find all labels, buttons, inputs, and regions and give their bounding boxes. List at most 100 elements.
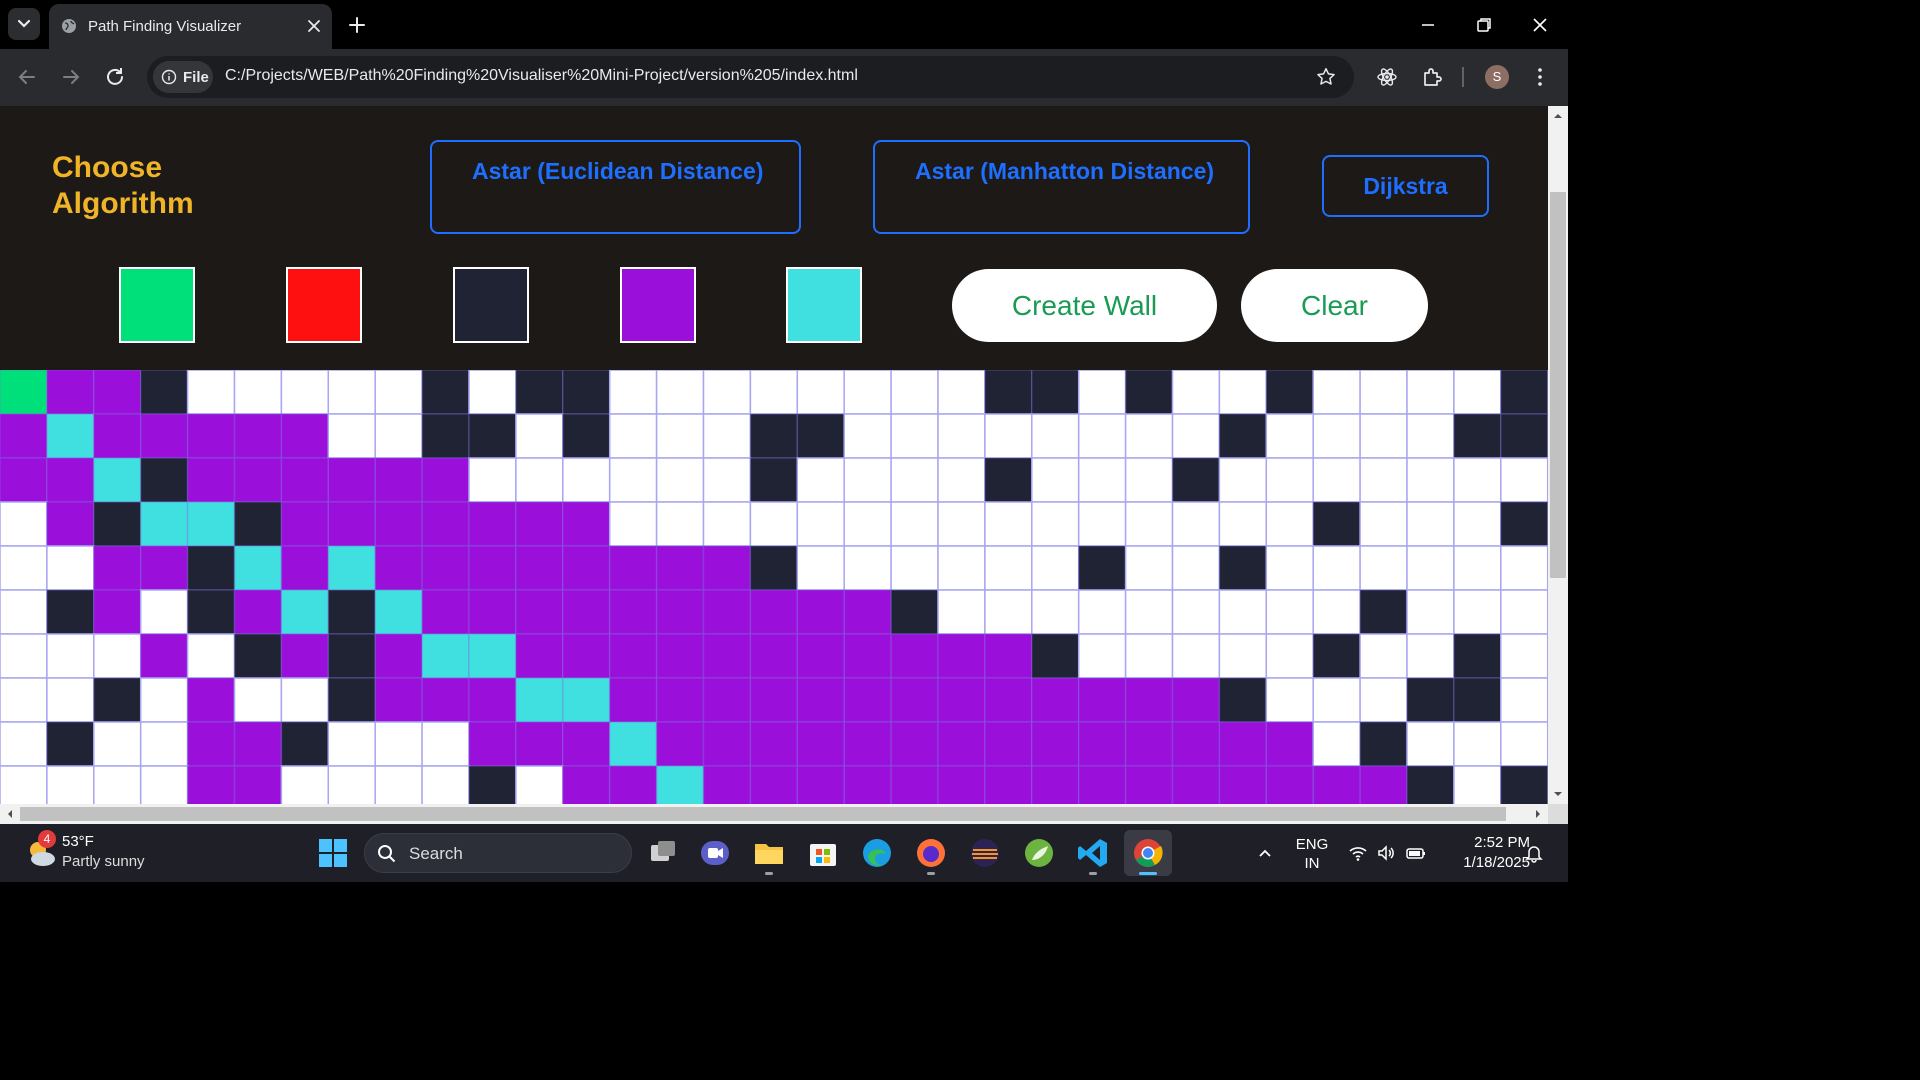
grid-cell[interactable] [796, 413, 845, 459]
grid-cell[interactable] [1406, 765, 1455, 804]
grid-cell[interactable] [937, 413, 986, 459]
grid-cell[interactable] [280, 501, 330, 547]
grid-cell[interactable] [327, 457, 376, 503]
grid-cell[interactable] [1312, 501, 1361, 547]
grid-cell[interactable] [1031, 413, 1080, 459]
grid-cell[interactable] [46, 501, 95, 547]
grid-cell[interactable] [1031, 545, 1080, 591]
grid-cell[interactable] [468, 721, 517, 767]
grid-cell[interactable] [1218, 457, 1268, 503]
weather-description[interactable]: Partly sunny [62, 853, 145, 870]
kebab-menu-icon[interactable] [1528, 65, 1552, 89]
grid-cell[interactable] [749, 765, 799, 804]
grid-cell[interactable] [890, 501, 939, 547]
grid-cell[interactable] [562, 677, 611, 723]
horizontal-scroll-thumb[interactable] [20, 807, 1506, 821]
restore-icon[interactable] [1474, 15, 1494, 35]
grid-cell[interactable] [1312, 457, 1361, 503]
grid-cell[interactable] [1265, 413, 1314, 459]
grid-cell[interactable] [515, 545, 564, 591]
grid-cell[interactable] [515, 677, 564, 723]
grid-cell[interactable] [421, 677, 470, 723]
grid-cell[interactable] [327, 677, 376, 723]
new-tab-plus-icon[interactable] [347, 15, 367, 35]
grid-cell[interactable] [655, 457, 705, 503]
eclipse-ide-icon[interactable] [968, 836, 1002, 870]
grid-cell[interactable] [468, 545, 517, 591]
grid-cell[interactable] [186, 589, 236, 635]
grid-cell[interactable] [937, 633, 986, 679]
grid-cell[interactable] [1265, 501, 1314, 547]
grid-cell[interactable] [421, 545, 470, 591]
grid-cell[interactable] [1218, 677, 1268, 723]
grid-cell[interactable] [562, 721, 611, 767]
grid-cell[interactable] [139, 370, 189, 415]
vertical-scroll-thumb[interactable] [1550, 192, 1566, 578]
grid-cell[interactable] [562, 765, 611, 804]
grid-cell[interactable] [1031, 589, 1080, 635]
grid-cell[interactable] [1453, 457, 1502, 503]
grid-cell[interactable] [1171, 765, 1221, 804]
grid-cell[interactable] [1218, 765, 1268, 804]
grid-cell[interactable] [93, 765, 142, 804]
grid-cell[interactable] [796, 545, 845, 591]
scroll-up-arrow-icon[interactable] [1548, 106, 1568, 126]
grid-cell[interactable] [374, 457, 423, 503]
grid-cell[interactable] [749, 545, 799, 591]
grid-cell[interactable] [46, 370, 95, 415]
grid-cell[interactable] [1077, 677, 1127, 723]
grid-cell[interactable] [186, 545, 236, 591]
grid-cell[interactable] [421, 633, 470, 679]
address-bar[interactable]: File C:/Projects/WEB/Path%20Finding%20Vi… [147, 56, 1354, 98]
grid-cell[interactable] [374, 413, 423, 459]
grid-cell[interactable] [702, 545, 752, 591]
grid-cell[interactable] [1171, 501, 1221, 547]
visited-swatch[interactable] [620, 267, 696, 343]
grid-cell[interactable] [1077, 633, 1127, 679]
grid-cell[interactable] [655, 677, 705, 723]
forward-arrow-icon[interactable] [59, 65, 83, 89]
grid-cell[interactable] [1031, 677, 1080, 723]
grid-cell[interactable] [515, 721, 564, 767]
grid-cell[interactable] [1218, 633, 1268, 679]
grid-cell[interactable] [186, 765, 236, 804]
astar-manhattan-button[interactable]: Astar (Manhatton Distance) [873, 140, 1250, 234]
grid-cell[interactable] [327, 589, 376, 635]
grid-cell[interactable] [233, 677, 283, 723]
grid-cell[interactable] [46, 413, 95, 459]
grid-cell[interactable] [1124, 677, 1174, 723]
grid-cell[interactable] [608, 677, 658, 723]
grid-cell[interactable] [327, 765, 376, 804]
grid-cell[interactable] [937, 501, 986, 547]
grid-cell[interactable] [655, 589, 705, 635]
grid-cell[interactable] [1312, 677, 1361, 723]
grid-cell[interactable] [1453, 721, 1502, 767]
grid-cell[interactable] [1171, 721, 1221, 767]
weather-temperature[interactable]: 53°F [62, 833, 94, 850]
grid-cell[interactable] [1171, 545, 1221, 591]
grid-cell[interactable] [749, 501, 799, 547]
grid-cell[interactable] [1406, 501, 1455, 547]
grid-cell[interactable] [608, 765, 658, 804]
grid-cell[interactable] [655, 633, 705, 679]
grid-cell[interactable] [1031, 765, 1080, 804]
start-node-swatch[interactable] [119, 267, 195, 343]
horizontal-scrollbar[interactable] [0, 804, 1548, 824]
grid-cell[interactable] [1406, 633, 1455, 679]
grid-cell[interactable] [608, 545, 658, 591]
grid-cell[interactable] [1312, 370, 1361, 415]
grid-cell[interactable] [139, 413, 189, 459]
grid-cell[interactable] [468, 413, 517, 459]
pathfinding-grid[interactable] [0, 370, 1548, 804]
grid-cell[interactable] [562, 370, 611, 415]
scroll-left-arrow-icon[interactable] [0, 804, 20, 824]
react-devtools-icon[interactable] [1375, 65, 1399, 89]
grid-cell[interactable] [1265, 545, 1314, 591]
grid-cell[interactable] [421, 589, 470, 635]
grid-cell[interactable] [0, 765, 48, 804]
grid-cell[interactable] [749, 370, 799, 415]
grid-cell[interactable] [890, 721, 939, 767]
grid-cell[interactable] [280, 633, 330, 679]
grid-cell[interactable] [1453, 370, 1502, 415]
windows-start-icon[interactable] [316, 836, 350, 870]
